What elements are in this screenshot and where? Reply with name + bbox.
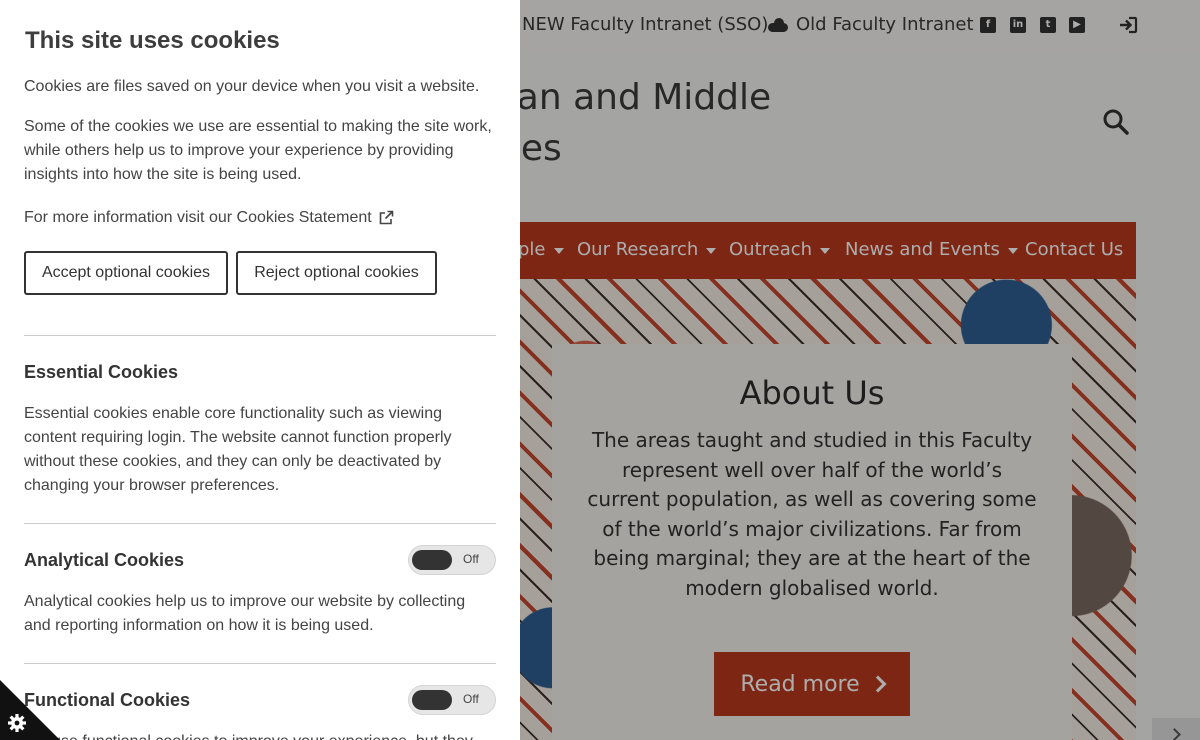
external-link-icon [379,210,393,225]
divider [24,335,496,336]
accept-optional-cookies-button[interactable]: Accept optional cookies [24,251,228,295]
toggle-state-label: Off [463,692,479,706]
functional-cookies-toggle[interactable]: Off [408,685,496,715]
toggle-knob [412,550,452,570]
reject-optional-cookies-button[interactable]: Reject optional cookies [236,251,437,295]
cookie-explain-text: Some of the cookies we use are essential… [24,118,492,183]
divider [24,663,496,664]
gear-icon [8,714,26,732]
cookie-panel-title: This site uses cookies [25,27,280,54]
divider [24,523,496,524]
toggle-state-label: Off [463,552,479,566]
cookie-intro-text: Cookies are files saved on your device w… [24,78,480,95]
cookies-statement-label: For more information visit our Cookies S… [24,209,372,226]
analytical-cookies-toggle[interactable]: Off [408,545,496,575]
cookie-settings-button[interactable] [0,680,60,740]
cookies-statement-link[interactable]: For more information visit our Cookies S… [24,206,494,230]
essential-cookies-text: Essential cookies enable core functional… [24,405,452,494]
cookie-consent-panel: This site uses cookies Cookies are files… [0,0,520,740]
essential-cookies-heading: Essential Cookies [24,362,179,382]
functional-cookies-text: We use functional cookies to improve you… [24,730,494,740]
analytical-cookies-text: Analytical cookies help us to improve ou… [24,593,466,634]
toggle-knob [412,690,452,710]
analytical-cookies-heading: Analytical Cookies [24,550,185,570]
